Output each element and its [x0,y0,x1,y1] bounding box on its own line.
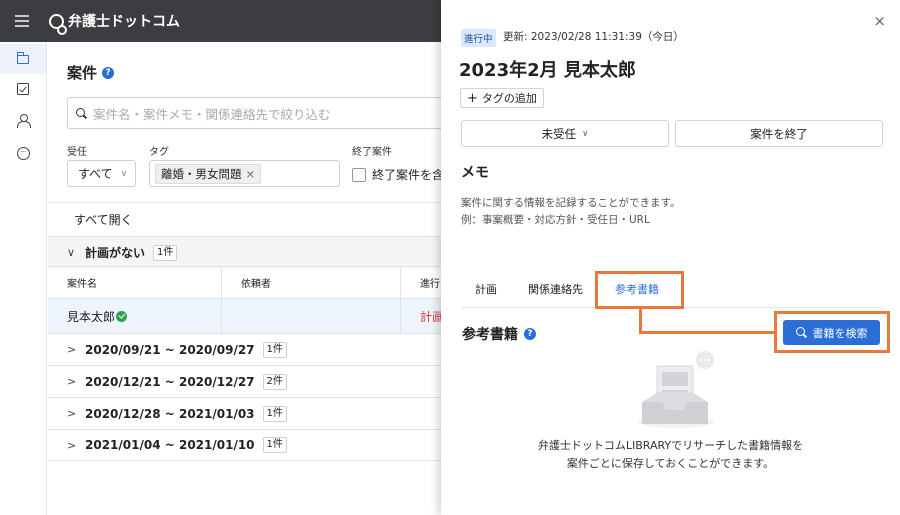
highlight-box-tab [595,271,684,309]
ended-filter-label: 終了案件 [352,147,392,158]
tab-plan[interactable]: 計画 [475,272,497,308]
count-badge: 1件 [262,405,287,422]
sidebar: ··· [0,42,47,515]
count-badge: 2件 [262,373,287,390]
checkbox-icon [17,83,29,95]
help-icon[interactable]: ? [102,66,115,79]
case-detail-panel: × 進行中 更新: 2023/02/28 11:31:39（今日） 2023年2… [441,0,900,515]
app-logo[interactable]: 弁護士ドットコム [49,11,180,35]
reference-books-title: 参考書籍 [462,327,518,343]
client-cell [221,299,400,333]
search-input[interactable]: 案件名・案件メモ・関係連絡先で絞り込む [67,97,448,129]
chevron-down-icon: ∨ [120,168,128,179]
receipt-filter-value: すべて [78,167,113,181]
check-circle-icon [116,310,128,322]
highlight-connector [639,309,642,333]
sidebar-item-tasks[interactable] [0,74,46,104]
group-label: 2020/09/21 ~ 2020/09/27 [85,342,255,357]
logo-mark-icon [49,13,67,35]
sidebar-item-cases[interactable] [0,44,46,74]
table-header: 案件名 依頼者 進行中の計 [48,266,448,298]
group-header[interactable]: > 2020/12/28 ~ 2021/01/03 1件 [48,397,448,429]
group-label: 2020/12/21 ~ 2020/12/27 [85,374,255,389]
group-label: 計画がない [85,246,146,260]
page-title-text: 案件 [67,64,98,82]
highlight-box-button [774,311,890,353]
case-name[interactable]: 見本太郎 [67,308,115,325]
tab-contacts[interactable]: 関係連絡先 [528,272,583,308]
add-tag-label: タグの追加 [481,92,537,105]
count-badge: 1件 [262,437,287,453]
group-header[interactable]: > 2021/01/04 ~ 2021/01/10 1件 [48,429,448,461]
sidebar-item-chat[interactable]: ··· [0,138,46,168]
empty-state-line1: 弁護士ドットコムLIBRARYでリサーチした書籍情報を [537,439,804,452]
highlight-connector [639,331,775,334]
reference-books-heading: 参考書籍 ? [462,324,536,344]
chevron-right-icon: > [67,375,77,388]
empty-inbox-illustration-icon [638,351,714,428]
add-tag-button[interactable]: + タグの追加 [460,88,544,108]
case-name-cell: 見本太郎 [48,299,221,333]
empty-state-line2: 案件ごとに保存しておくことができます。 [566,457,775,470]
plus-icon: + [467,90,478,106]
group-header[interactable]: > 2020/12/21 ~ 2020/12/27 2件 [48,365,448,397]
hamburger-menu-icon[interactable] [15,15,29,27]
receipt-filter-label: 受任 [67,147,87,158]
logo-text: 弁護士ドットコム [68,14,180,30]
include-ended-label: 終了案件を含む [372,168,448,182]
column-header-case: 案件名 [67,279,97,290]
tag-filter-label: タグ [149,147,169,158]
memo-placeholder-line2[interactable]: 例：事案概要・対応方針・受任日・URL [461,212,650,227]
chevron-right-icon: > [67,438,77,452]
memo-heading: メモ [461,165,489,181]
page-title: 案件 ? [67,62,115,83]
ended-filter[interactable]: 終了案件を含む [352,166,448,183]
group-header[interactable]: > 2020/09/21 ~ 2020/09/27 1件 [48,333,448,365]
include-ended-checkbox[interactable] [352,167,366,182]
chat-bubble-icon: ··· [16,146,30,160]
group-label: 2020/12/28 ~ 2021/01/03 [85,406,255,421]
folder-icon [16,52,29,64]
chevron-right-icon: > [67,343,77,356]
column-header-client: 依頼者 [221,267,400,298]
help-icon[interactable]: ? [524,328,536,340]
chevron-right-icon: > [67,407,77,420]
tag-chip-label: 離婚・男女問題 [161,166,242,181]
receipt-status-dropdown[interactable]: 未受任 ∨ [461,120,669,147]
count-badge: 1件 [153,244,178,261]
group-header[interactable]: ∨ 計画がない 1件 [48,236,448,268]
tag-filter-input[interactable]: 離婚・男女問題 × [149,160,340,187]
chevron-down-icon: ∨ [581,128,589,139]
tag-chip: 離婚・男女問題 × [155,163,262,184]
chevron-down-icon: ∨ [67,246,76,259]
end-case-button[interactable]: 案件を終了 [675,120,883,147]
case-list-area: 案件 ? 案件名・案件メモ・関係連絡先で絞り込む 受任 すべて ∨ タグ 離婚・… [48,42,448,515]
search-icon [76,107,87,119]
search-placeholder: 案件名・案件メモ・関係連絡先で絞り込む [93,106,331,122]
memo-placeholder-line1[interactable]: 案件に関する情報を記録することができます。 [461,195,680,210]
receipt-filter-select[interactable]: すべて ∨ [67,160,136,187]
count-badge: 1件 [262,341,287,358]
receipt-status-value: 未受任 [541,126,576,141]
tag-remove-icon[interactable]: × [246,167,256,181]
case-title[interactable]: 2023年2月 見本太郎 [459,56,636,82]
person-icon [17,113,31,128]
status-badge: 進行中 [461,29,496,47]
table-row[interactable]: 見本太郎 計画なし [48,298,448,333]
sidebar-item-contacts[interactable] [0,105,46,135]
expand-all-button[interactable]: すべて開く [48,202,448,236]
group-label: 2021/01/04 ~ 2021/01/10 [85,438,255,452]
close-icon[interactable]: × [873,12,886,30]
updated-timestamp: 更新: 2023/02/28 11:31:39（今日） [503,31,684,43]
